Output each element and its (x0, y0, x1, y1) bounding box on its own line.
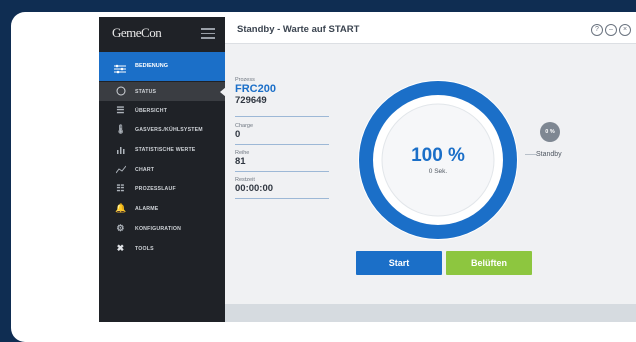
start-button[interactable]: Start (356, 251, 442, 275)
process-info-panel: Prozess FRC200 729649 Charge 0 Reihe 81 … (235, 77, 329, 199)
sidebar-section-bedienung[interactable]: BEDIENUNG (99, 52, 225, 81)
sidebar-item-konfiguration[interactable]: ⚙ KONFIGURATION (99, 219, 225, 238)
standby-label: Standby (536, 151, 562, 158)
sidebar-section-label: BEDIENUNG (135, 63, 169, 69)
sidebar-item-gasversorgung[interactable]: 🌡 GASVERS./KÜHLSYSTEM (99, 120, 225, 139)
tools-icon: ✖ (116, 243, 125, 253)
help-button[interactable]: ? (591, 24, 603, 36)
sidebar-item-label: GASVERS./KÜHLSYSTEM (135, 126, 203, 133)
standby-badge: 0 % (540, 122, 560, 142)
title-bar: Standby - Warte auf START ? – × (225, 17, 636, 44)
sidebar-item-label: KONFIGURATION (135, 225, 182, 232)
process-list-icon: ☷ (116, 183, 125, 193)
sidebar-item-uebersicht[interactable]: ☰ ÜBERSICHT (99, 101, 225, 120)
charge-value: 0 (235, 129, 241, 140)
gear-icon: ⚙ (116, 223, 125, 233)
sidebar-item-statistische-werte[interactable]: STATISTISCHE WERTE (99, 140, 225, 159)
bell-icon: 🔔 (115, 203, 127, 213)
sidebar-item-alarme[interactable]: 🔔 ALARME (99, 199, 225, 218)
sidebar-item-label: ALARME (135, 205, 159, 212)
separator (235, 198, 329, 199)
separator (235, 144, 329, 145)
sidebar-item-label: PROZESSLAUF (135, 185, 176, 192)
prozess-id: 729649 (235, 95, 267, 106)
sidebar: GemeCon BEDIENUNG STATUS ☰ ÜBERSICHT 🌡 G… (99, 17, 226, 322)
reihe-value: 81 (235, 156, 246, 167)
restzeit-value: 00:00:00 (235, 183, 274, 194)
close-button[interactable]: × (619, 24, 631, 36)
separator (235, 171, 329, 172)
sidebar-item-prozesslauf[interactable]: ☷ PROZESSLAUF (99, 179, 225, 198)
bar-chart-icon (115, 144, 126, 155)
prozess-name: FRC200 (235, 83, 276, 95)
app-window: GemeCon BEDIENUNG STATUS ☰ ÜBERSICHT 🌡 G… (99, 17, 636, 322)
list-icon: ☰ (116, 105, 125, 115)
progress-percent: 100 % (411, 145, 465, 166)
sidebar-item-tools[interactable]: ✖ TOOLS (99, 239, 225, 258)
sidebar-item-chart[interactable]: CHART (99, 160, 225, 179)
separator (235, 116, 329, 117)
minimize-button[interactable]: – (605, 24, 617, 36)
status-bar (225, 304, 636, 322)
menu-toggle-icon[interactable] (201, 28, 215, 40)
progress-seconds: 0 Sek. (428, 168, 448, 175)
gemecon-logo: GemeCon (112, 25, 162, 40)
sidebar-item-label: STATUS (135, 88, 157, 95)
sidebar-item-status[interactable]: STATUS (99, 82, 226, 101)
sidebar-item-label: TOOLS (135, 245, 154, 252)
sliders-icon (114, 61, 126, 74)
progress-ring: 100 % 0 Sek. (345, 67, 531, 253)
sidebar-item-label: ÜBERSICHT (135, 107, 168, 114)
belueften-button[interactable]: Belüften (446, 251, 532, 275)
page-title: Standby - Warte auf START (237, 24, 360, 35)
sidebar-item-label: CHART (135, 166, 155, 173)
circle-icon (115, 86, 126, 97)
thermometer-icon: 🌡 (115, 124, 127, 134)
line-chart-icon (115, 164, 126, 175)
sidebar-item-label: STATISTISCHE WERTE (135, 146, 196, 153)
